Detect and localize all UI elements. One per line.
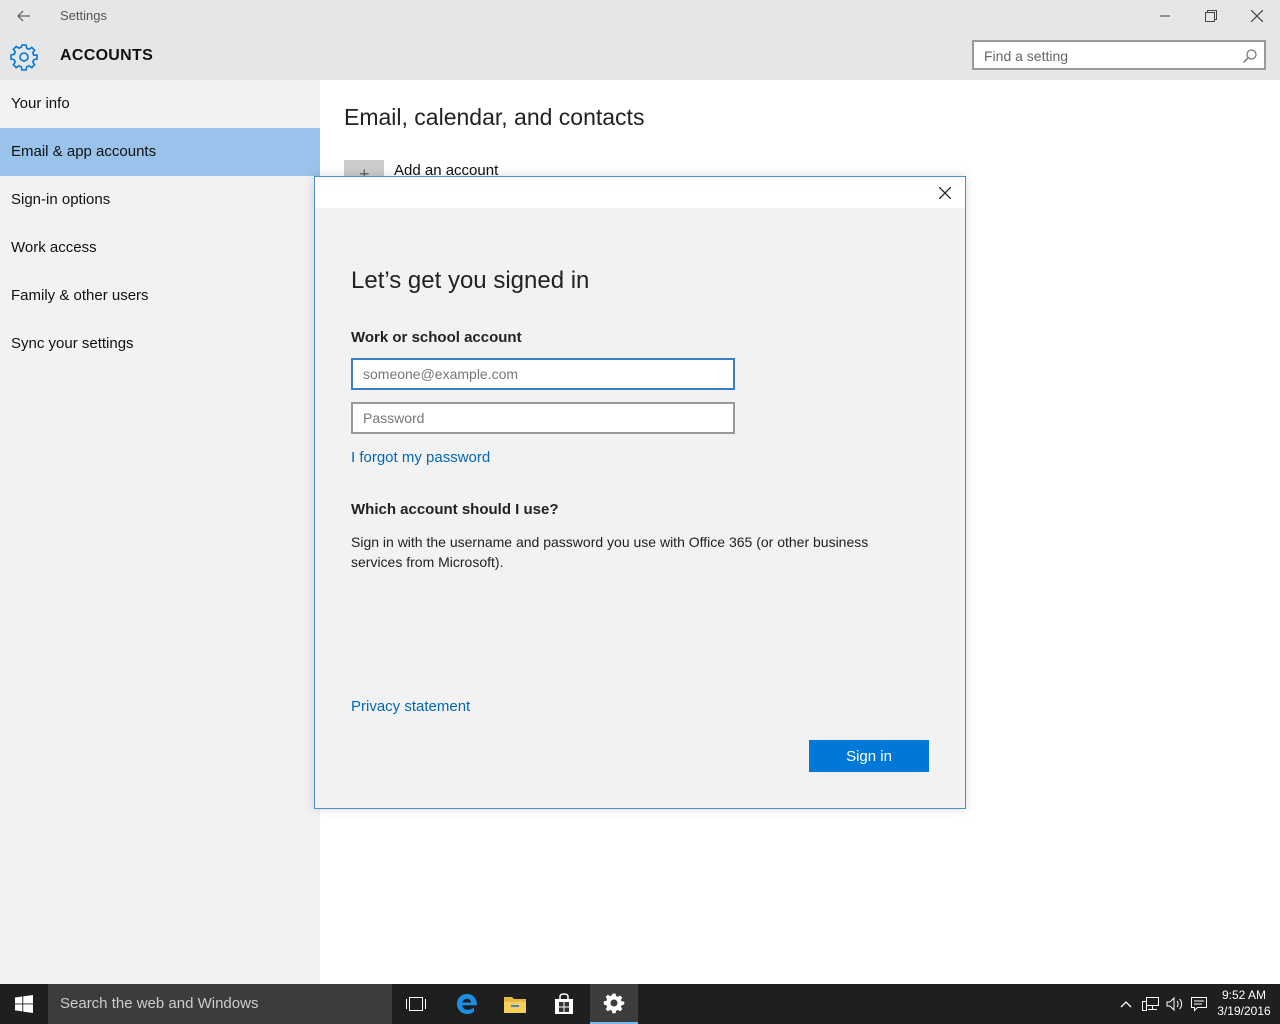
title-bar: Settings <box>0 0 1280 32</box>
clock-date: 3/19/2016 <box>1217 1004 1271 1018</box>
network-icon[interactable] <box>1140 984 1162 1024</box>
dialog-heading: Let’s get you signed in <box>351 267 590 294</box>
page-title: ACCOUNTS <box>60 47 154 64</box>
privacy-statement-link[interactable]: Privacy statement <box>351 698 470 715</box>
which-account-text: Sign in with the username and password y… <box>351 534 869 570</box>
search-box[interactable]: Find a setting <box>972 40 1266 70</box>
start-button[interactable] <box>0 984 48 1024</box>
gear-icon <box>10 43 38 71</box>
taskbar: Search the web and Windows 9:52 AM 3/19/… <box>0 984 1280 1024</box>
clock-time: 9:52 AM <box>1221 988 1267 1002</box>
chevron-up-icon[interactable] <box>1116 984 1136 1024</box>
password-input[interactable] <box>353 404 733 432</box>
minimize-button[interactable] <box>1142 0 1188 32</box>
password-field[interactable] <box>351 402 735 434</box>
forgot-password-link[interactable]: I forgot my password <box>351 449 490 466</box>
sidebar-item-sync-settings[interactable]: Sync your settings <box>0 320 320 368</box>
account-type-label: Work or school account <box>351 329 522 346</box>
restore-button[interactable] <box>1188 0 1234 32</box>
back-arrow-icon[interactable] <box>10 6 38 26</box>
close-window-button[interactable] <box>1234 0 1280 32</box>
email-input[interactable] <box>353 360 733 388</box>
volume-icon[interactable] <box>1164 984 1186 1024</box>
close-icon[interactable] <box>935 183 955 203</box>
task-view-icon[interactable] <box>392 984 440 1024</box>
sidebar-item-email-app-accounts[interactable]: Email & app accounts <box>0 128 320 176</box>
file-explorer-icon[interactable] <box>491 984 539 1024</box>
store-icon[interactable] <box>540 984 588 1024</box>
section-title: Email, calendar, and contacts <box>344 104 645 130</box>
dialog-title-bar <box>315 177 965 208</box>
sign-in-dialog: Let’s get you signed in Work or school a… <box>314 176 966 809</box>
email-field[interactable] <box>351 358 735 390</box>
edge-browser-icon[interactable] <box>443 984 491 1024</box>
settings-app-icon[interactable] <box>590 984 638 1024</box>
which-account-heading: Which account should I use? <box>351 501 559 518</box>
window-title: Settings <box>60 8 107 23</box>
search-input[interactable]: Find a setting <box>984 48 1068 64</box>
windows-logo-icon <box>15 995 33 1013</box>
taskbar-search[interactable]: Search the web and Windows <box>48 984 392 1024</box>
sidebar: Your info Email & app accounts Sign-in o… <box>0 80 320 984</box>
search-icon[interactable] <box>1242 48 1258 64</box>
sidebar-item-family-other-users[interactable]: Family & other users <box>0 272 320 320</box>
sign-in-button[interactable]: Sign in <box>809 740 929 772</box>
sidebar-item-sign-in-options[interactable]: Sign-in options <box>0 176 320 224</box>
sidebar-item-work-access[interactable]: Work access <box>0 224 320 272</box>
sidebar-item-your-info[interactable]: Your info <box>0 80 320 128</box>
action-center-icon[interactable] <box>1188 984 1210 1024</box>
taskbar-search-input[interactable]: Search the web and Windows <box>60 995 258 1012</box>
clock[interactable]: 9:52 AM 3/19/2016 <box>1210 987 1278 1019</box>
